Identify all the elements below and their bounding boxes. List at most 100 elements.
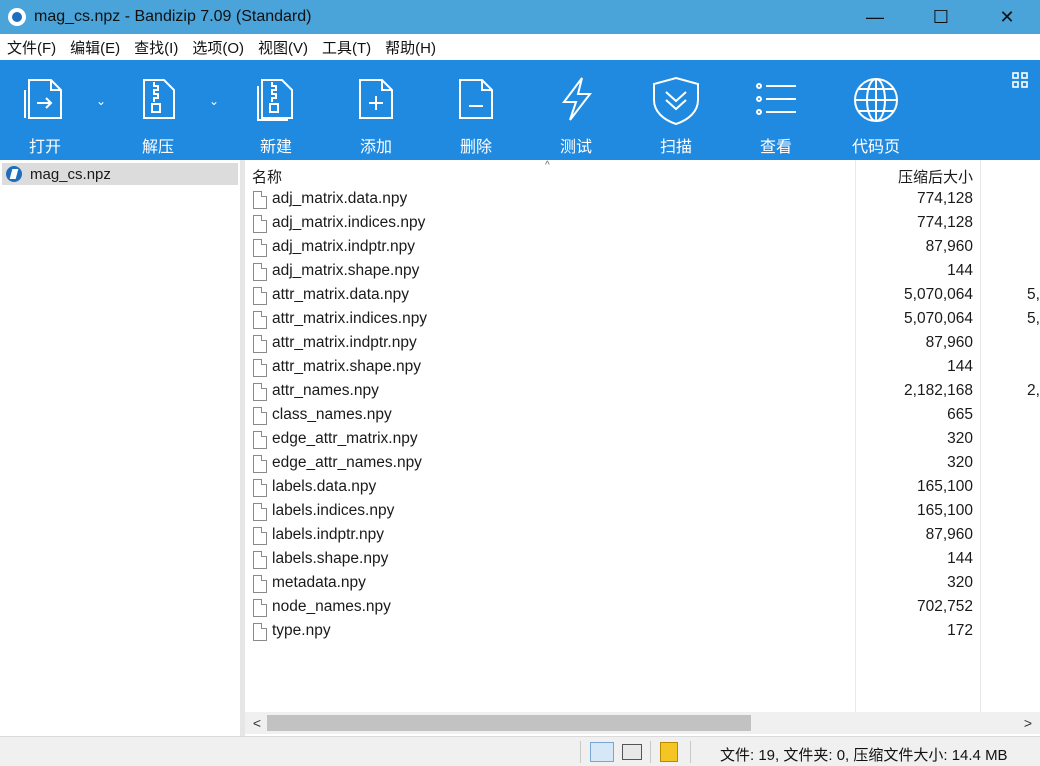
extract-dropdown-icon[interactable]: ⌄	[207, 94, 221, 108]
file-name: attr_matrix.data.npy	[272, 286, 409, 303]
tree-item-root[interactable]: mag_cs.npz	[2, 163, 238, 185]
table-row[interactable]: labels.indices.npy 165,100	[245, 500, 1040, 524]
table-row[interactable]: edge_attr_names.npy 320	[245, 452, 1040, 476]
menu-file[interactable]: 文件(F)	[0, 37, 63, 58]
file-icon	[253, 311, 267, 329]
menu-find[interactable]: 查找(I)	[127, 37, 185, 58]
file-packed-size: 5,070,064	[904, 286, 973, 303]
scroll-right-arrow-icon[interactable]: >	[1018, 712, 1038, 734]
file-packed-size: 320	[947, 430, 973, 447]
column-header-row: 名称 ^ 压缩后大小	[245, 160, 1040, 188]
table-row[interactable]: labels.indptr.npy 87,960	[245, 524, 1040, 548]
table-row[interactable]: attr_names.npy 2,182,168 2,	[245, 380, 1040, 404]
menu-view[interactable]: 视图(V)	[251, 37, 315, 58]
table-row[interactable]: labels.data.npy 165,100	[245, 476, 1040, 500]
table-row[interactable]: adj_matrix.indptr.npy 87,960	[245, 236, 1040, 260]
menu-help[interactable]: 帮助(H)	[378, 37, 443, 58]
archive-info-icon[interactable]	[660, 742, 678, 762]
codepage-label: 代码页	[851, 139, 900, 156]
menu-options[interactable]: 选项(O)	[185, 37, 251, 58]
details-view-icon[interactable]	[590, 742, 614, 762]
thumbnail-view-icon[interactable]	[622, 744, 642, 760]
table-row[interactable]: node_names.npy 702,752	[245, 596, 1040, 620]
window-controls: — ☐ ✕	[842, 0, 1040, 34]
menu-bar: 文件(F) 编辑(E) 查找(I) 选项(O) 视图(V) 工具(T) 帮助(H…	[0, 34, 1040, 60]
file-name: metadata.npy	[272, 574, 366, 591]
file-name: labels.indptr.npy	[272, 526, 385, 543]
open-button[interactable]: 打开	[5, 60, 85, 160]
file-name: attr_matrix.indptr.npy	[272, 334, 417, 351]
file-icon	[253, 503, 267, 521]
new-button[interactable]: 新建	[236, 60, 316, 160]
file-packed-size: 87,960	[925, 526, 973, 543]
scan-button[interactable]: 扫描	[636, 60, 716, 160]
file-name: adj_matrix.indptr.npy	[272, 238, 416, 255]
column-header-packed-size[interactable]: 压缩后大小	[855, 160, 975, 188]
delete-button[interactable]: 删除	[436, 60, 516, 160]
file-original-size: 2,	[1027, 382, 1040, 399]
scroll-left-arrow-icon[interactable]: <	[247, 712, 267, 734]
table-row[interactable]: labels.shape.npy 144	[245, 548, 1040, 572]
table-row[interactable]: attr_matrix.data.npy 5,070,064 5,	[245, 284, 1040, 308]
table-row[interactable]: adj_matrix.data.npy 774,128	[245, 188, 1040, 212]
file-packed-size: 665	[947, 406, 973, 423]
minimize-button[interactable]: —	[842, 0, 908, 34]
file-icon	[253, 431, 267, 449]
delete-file-icon	[459, 79, 493, 119]
list-view-icon	[756, 83, 796, 115]
file-icon	[253, 359, 267, 377]
table-row[interactable]: adj_matrix.indices.npy 774,128	[245, 212, 1040, 236]
archive-icon	[6, 166, 22, 182]
close-button[interactable]: ✕	[974, 0, 1040, 34]
file-packed-size: 165,100	[916, 502, 973, 519]
shield-icon	[653, 76, 699, 126]
file-packed-size: 172	[947, 622, 973, 639]
archive-tree-panel: mag_cs.npz	[0, 160, 240, 736]
test-label: 测试	[559, 139, 592, 156]
table-row[interactable]: adj_matrix.shape.npy 144	[245, 260, 1040, 284]
extract-button[interactable]: 解压	[118, 60, 198, 160]
table-row[interactable]: attr_matrix.shape.npy 144	[245, 356, 1040, 380]
file-packed-size: 165,100	[916, 478, 973, 495]
file-name: labels.indices.npy	[272, 502, 395, 519]
file-icon	[253, 287, 267, 305]
table-row[interactable]: class_names.npy 665	[245, 404, 1040, 428]
table-row[interactable]: attr_matrix.indptr.npy 87,960	[245, 332, 1040, 356]
file-rows: adj_matrix.data.npy 774,128 adj_matrix.ind…	[245, 188, 1040, 644]
view-label: 查看	[759, 139, 792, 156]
scan-label: 扫描	[659, 139, 692, 156]
file-name: labels.data.npy	[272, 478, 377, 495]
menu-tools[interactable]: 工具(T)	[315, 37, 378, 58]
test-button[interactable]: 测试	[536, 60, 616, 160]
file-icon	[253, 551, 267, 569]
file-packed-size: 2,182,168	[904, 382, 973, 399]
codepage-button[interactable]: 代码页	[836, 60, 916, 160]
scrollbar-thumb[interactable]	[267, 715, 751, 731]
column-header-name[interactable]: 名称	[252, 166, 282, 187]
sort-ascending-icon: ^	[545, 160, 550, 171]
file-icon	[253, 599, 267, 617]
view-button[interactable]: 查看	[736, 60, 816, 160]
open-dropdown-icon[interactable]: ⌄	[94, 94, 108, 108]
table-row[interactable]: edge_attr_matrix.npy 320	[245, 428, 1040, 452]
file-icon	[253, 215, 267, 233]
status-text: 文件: 19, 文件夹: 0, 压缩文件大小: 14.4 MB	[720, 747, 1008, 764]
file-list: 名称 ^ 压缩后大小 adj_matrix.data.npy 774,128 adj…	[245, 160, 1040, 736]
layout-grid-icon[interactable]	[1012, 72, 1028, 88]
status-separator	[690, 741, 691, 763]
file-name: attr_matrix.shape.npy	[272, 358, 422, 375]
table-row[interactable]: attr_matrix.indices.npy 5,070,064 5,	[245, 308, 1040, 332]
add-button[interactable]: 添加	[336, 60, 416, 160]
menu-edit[interactable]: 编辑(E)	[63, 37, 127, 58]
file-icon	[253, 479, 267, 497]
table-row[interactable]: metadata.npy 320	[245, 572, 1040, 596]
file-icon	[253, 575, 267, 593]
status-separator	[580, 741, 581, 763]
horizontal-scrollbar[interactable]: < >	[245, 712, 1040, 734]
file-packed-size: 87,960	[925, 238, 973, 255]
maximize-button[interactable]: ☐	[908, 0, 974, 34]
extract-label: 解压	[141, 139, 174, 156]
table-row[interactable]: type.npy 172	[245, 620, 1040, 644]
file-packed-size: 320	[947, 574, 973, 591]
file-name: edge_attr_matrix.npy	[272, 430, 418, 447]
